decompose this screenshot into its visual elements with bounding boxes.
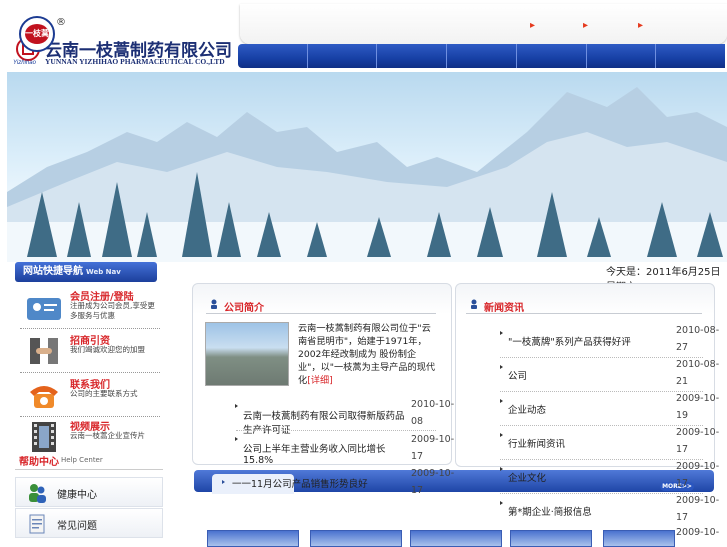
snow-mountain-image (7, 87, 727, 262)
news-item-title[interactable]: 行业新闻资讯 (508, 436, 673, 450)
bullet-icon (235, 437, 238, 441)
bullet-icon (500, 501, 503, 505)
top-links-bar: ▸ ▸ ▸ (240, 4, 727, 44)
bullet-icon (222, 480, 225, 484)
service-desc: 云南一枝蒿企业宣传片 (70, 431, 145, 440)
intro-news-date: 2009-10-17 (411, 468, 455, 496)
news-title: 新闻资讯 (484, 303, 524, 314)
web-nav-en: Web Nav (86, 268, 121, 276)
registered-mark: ® (56, 17, 66, 28)
divider (500, 391, 703, 392)
intro-more-link[interactable]: [详细] (307, 375, 333, 386)
nav-item-4[interactable] (447, 44, 517, 68)
intro-text-block: 云南一枝蒿制药有限公司位于"云南省昆明市"，始建于1971年，2002年经改制成… (298, 322, 438, 387)
top-link-3[interactable]: ▸ (638, 20, 643, 31)
product-thumbnail[interactable] (603, 530, 675, 547)
top-link-1[interactable]: ▸ (530, 20, 535, 31)
help-center-en: Help Center (61, 456, 103, 464)
help-item-label: 健康中心 (57, 490, 97, 501)
news-item-title[interactable]: 企业文化 (508, 470, 673, 484)
product-thumbnail[interactable] (410, 530, 502, 547)
divider (500, 425, 703, 426)
news-item-title[interactable]: 第*期企业·简报信息 (508, 504, 673, 518)
nav-item-6[interactable] (587, 44, 657, 68)
handshake-icon (30, 338, 58, 364)
divider (500, 357, 703, 358)
intro-news-title[interactable]: 云南一枝蒿制药有限公司取得新版药品生产许可证 (243, 408, 408, 436)
help-center-title: 帮助中心 (19, 457, 59, 468)
document-icon (29, 514, 45, 534)
nav-item-1[interactable] (238, 44, 308, 68)
divider (236, 430, 436, 431)
service-desc: 注册成为公司会员,享受更多服务与优惠 (70, 301, 155, 320)
service-desc: 我们竭诚欢迎您的加盟 (70, 345, 145, 354)
bullet-icon (500, 399, 503, 403)
divider (500, 459, 703, 460)
service-desc: 公司的主要联系方式 (70, 389, 138, 398)
hero-banner (7, 72, 727, 262)
help-item-label: 常见问题 (57, 521, 97, 532)
news-item-date: 2009-10-17 (676, 461, 720, 489)
help-item-health[interactable]: 健康中心 (15, 477, 163, 507)
bullet-icon (500, 433, 503, 437)
people-icon (29, 484, 46, 503)
bullet-icon (500, 365, 503, 369)
telephone-icon (30, 386, 58, 408)
divider (206, 313, 436, 314)
film-icon (32, 422, 56, 452)
service-contact[interactable]: 联系我们 公司的主要联系方式 (20, 374, 160, 417)
person-bullet-icon (211, 299, 217, 309)
top-link-2[interactable]: ▸ (583, 20, 588, 31)
bullet-icon (500, 331, 503, 335)
intro-news-title[interactable]: 一一11月公司产品销售形势良好 (232, 476, 402, 490)
company-building-photo[interactable] (205, 322, 289, 386)
intro-title: 公司简介 (224, 303, 264, 314)
logo-wordmark: Yizhihao (13, 60, 36, 66)
news-item-date: 2009-10-17 (676, 427, 720, 455)
help-item-faq[interactable]: 常见问题 (15, 508, 163, 538)
intro-news-date: 2010-10-08 (411, 399, 455, 427)
nav-item-2[interactable] (308, 44, 378, 68)
news-item-title[interactable]: 公司 (508, 368, 673, 382)
product-thumbnail[interactable] (310, 530, 402, 547)
bullet-icon (235, 404, 238, 408)
company-name-en: YUNNAN YIZHIHAO PHARMACEUTICAL CO.,LTD (45, 57, 225, 66)
web-nav-title: 网站快捷导航 (23, 266, 83, 277)
news-item-date: 2010-08-27 (676, 325, 720, 353)
product-thumbnail[interactable] (510, 530, 592, 547)
nav-item-7[interactable] (656, 44, 725, 68)
service-member-login[interactable]: 会员注册/登陆 注册成为公司会员,享受更多服务与优惠 (20, 286, 160, 329)
nav-item-3[interactable] (377, 44, 448, 68)
intro-news-title[interactable]: 公司上半年主营业务收入同比增长15.8% (243, 441, 408, 466)
service-investment[interactable]: 招商引资 我们竭诚欢迎您的加盟 (20, 330, 160, 373)
web-nav-header: 网站快捷导航 Web Nav (15, 262, 157, 282)
news-item-title[interactable]: 企业动态 (508, 402, 673, 416)
news-item-date: 2009-10-19 (676, 393, 720, 421)
person-bullet-icon (471, 299, 477, 309)
bullet-icon (500, 467, 503, 471)
news-item-date: 2009-10- (676, 527, 720, 538)
news-item-title[interactable]: "一枝蒿牌"系列产品获得好评 (508, 334, 673, 348)
nav-item-5[interactable] (517, 44, 587, 68)
news-item-date: 2010-08-21 (676, 359, 720, 387)
intro-news-date: 2009-10-17 (411, 434, 455, 462)
divider (466, 313, 702, 314)
service-video[interactable]: 视频展示 云南一枝蒿企业宣传片 (20, 416, 160, 458)
member-card-icon (27, 298, 61, 320)
brand-badge-icon: 一枝蒿 (19, 16, 55, 52)
divider (500, 493, 703, 494)
main-nav-bar (238, 44, 725, 68)
product-thumbnail[interactable] (207, 530, 299, 547)
news-item-date: 2009-10-17 (676, 495, 720, 523)
